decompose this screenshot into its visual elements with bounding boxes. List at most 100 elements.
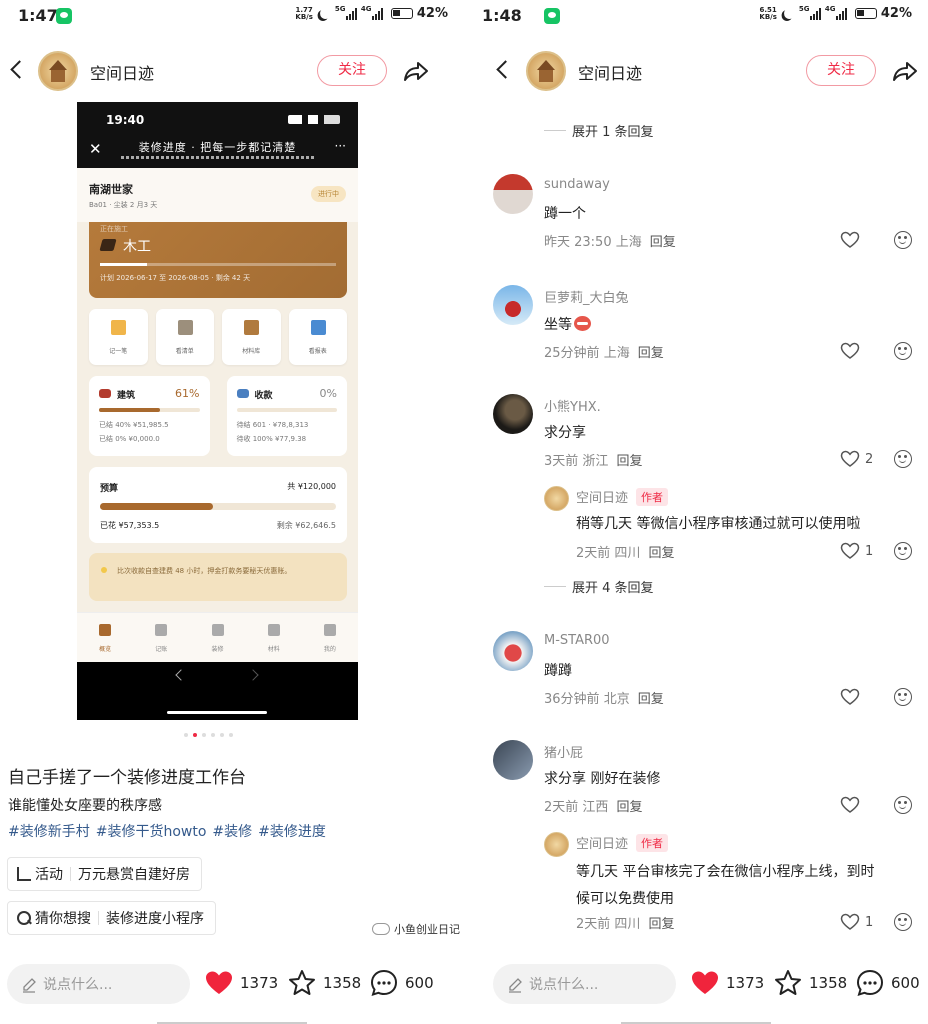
tag-link[interactable]: #装修	[212, 821, 252, 841]
tag-link[interactable]: #装修进度	[258, 821, 326, 841]
favorite-button[interactable]: 1358	[287, 968, 361, 998]
reply-link[interactable]: 回复	[638, 346, 664, 361]
commenter-avatar[interactable]	[544, 486, 569, 511]
build-icon	[99, 389, 111, 398]
reply-link[interactable]: 回复	[648, 917, 674, 932]
commenter-avatar[interactable]	[493, 394, 533, 434]
emoji-react-icon[interactable]	[894, 542, 912, 560]
reply-link[interactable]: 回复	[616, 800, 642, 815]
commenter-avatar[interactable]	[493, 631, 533, 671]
like-button[interactable]: 1373	[690, 968, 764, 998]
like-button[interactable]: 1373	[204, 968, 278, 998]
commenter-avatar[interactable]	[544, 832, 569, 857]
tag-link[interactable]: #装修新手村	[8, 821, 90, 841]
watermark: 小鱼创业日记	[372, 921, 460, 937]
status-bar: 1:47 1.77 KB/s 5G 4G 42%	[0, 0, 464, 34]
commenter-avatar[interactable]	[493, 174, 533, 214]
build-card: 建筑 61% 已结 40% ¥51,985.5 已结 0% ¥0,000.0	[89, 376, 210, 456]
comment-input[interactable]: 说点什么...	[493, 964, 676, 1004]
screenshot-image[interactable]: 19:40 ✕ 装修进度 · 把每一步都记清楚 ··· 南湖世家 Ba01 · …	[77, 102, 358, 720]
budget-card: 预算 共 ¥120,000 已花 ¥57,353.5 剩余 ¥62,646.5	[89, 467, 347, 543]
reply-link[interactable]: 回复	[616, 454, 642, 469]
heart-outline-icon	[840, 450, 860, 467]
activity-icon	[17, 867, 31, 881]
comment-button[interactable]: 600	[369, 968, 434, 998]
favorite-button[interactable]: 1358	[773, 968, 847, 998]
expand-replies-link[interactable]: 展开 1 条回复	[544, 121, 654, 140]
battery-icon	[854, 8, 877, 19]
comment-like-button[interactable]	[840, 231, 860, 249]
comment-text: 蹲一个	[544, 206, 586, 222]
author-name[interactable]: 空间日迹	[90, 60, 154, 84]
follow-button[interactable]: 关注	[806, 55, 876, 86]
phone-tab-renovation: 装修	[189, 613, 245, 662]
emoji-react-icon[interactable]	[894, 450, 912, 468]
stage-label: 正在施工	[100, 225, 128, 233]
quick-actions: 记一笔 看清单 材料库 看报表	[89, 309, 347, 365]
comment-text: 求分享 刚好在装修	[544, 771, 661, 787]
heart-icon	[206, 971, 232, 994]
phone-title: 装修进度 · 把每一步都记清楚	[138, 141, 297, 154]
clipboard-icon	[177, 320, 193, 335]
comment-input[interactable]: 说点什么...	[7, 964, 190, 1004]
comment-like-button[interactable]	[840, 688, 860, 706]
reply-link[interactable]: 回复	[648, 546, 674, 561]
wechat-icon	[56, 8, 72, 24]
author-badge: 作者	[636, 834, 669, 852]
author-badge: 作者	[636, 488, 669, 506]
quick-action-materials: 材料库	[222, 309, 281, 365]
pencil-icon	[507, 977, 522, 993]
comment-meta: 2天前 四川 回复	[576, 546, 675, 561]
stage-progress-bar	[100, 263, 336, 266]
battery-percent: 42%	[416, 6, 448, 21]
comment-like-button[interactable]	[840, 796, 860, 814]
like-count: 2	[865, 451, 874, 467]
reply-link[interactable]: 回复	[650, 235, 676, 250]
follow-button[interactable]: 关注	[317, 55, 387, 86]
commenter-name[interactable]: M-STAR00	[544, 633, 610, 648]
share-icon[interactable]	[401, 56, 431, 86]
commenter-name[interactable]: 小熊YHX.	[544, 396, 601, 415]
commenter-name[interactable]: 空间日迹 作者	[576, 487, 669, 506]
tag-link[interactable]: #装修干货howto	[96, 821, 207, 841]
activity-chip[interactable]: 活动 万元悬赏自建好房	[7, 857, 202, 891]
like-count: 1	[865, 543, 874, 559]
expand-replies-link[interactable]: 展开 4 条回复	[544, 577, 654, 596]
commenter-avatar[interactable]	[493, 740, 533, 780]
emoji-react-icon[interactable]	[894, 342, 912, 360]
commenter-avatar[interactable]	[493, 285, 533, 325]
comment-like-button[interactable]: 1	[840, 913, 873, 931]
post-description: 谁能懂处女座要的秩序感	[8, 798, 162, 814]
emoji-react-icon[interactable]	[894, 913, 912, 931]
back-arrow-icon[interactable]	[4, 52, 28, 86]
comment-icon	[370, 969, 398, 997]
back-arrow-icon[interactable]	[490, 52, 514, 86]
emoji-react-icon[interactable]	[894, 688, 912, 706]
commenter-name[interactable]: 空间日迹 作者	[576, 833, 669, 852]
comment-meta: 36分钟前 北京 回复	[544, 692, 664, 707]
reply-link[interactable]: 回复	[638, 692, 664, 707]
close-icon: ✕	[89, 140, 102, 158]
comment-like-button[interactable]: 2	[840, 450, 873, 468]
stage-name: 木工	[123, 239, 151, 255]
comment-meta: 昨天 23:50 上海 回复	[544, 235, 676, 250]
commenter-name[interactable]: 猪小屁	[544, 742, 583, 761]
emoji-react-icon[interactable]	[894, 796, 912, 814]
share-icon[interactable]	[890, 56, 920, 86]
author-name[interactable]: 空间日迹	[578, 60, 642, 84]
author-avatar[interactable]	[526, 51, 566, 91]
comment-like-button[interactable]	[840, 342, 860, 360]
comment-meta: 2天前 四川 回复	[576, 917, 675, 932]
image-pager	[184, 733, 233, 737]
comment-like-button[interactable]: 1	[840, 542, 873, 560]
author-avatar[interactable]	[38, 51, 78, 91]
heart-outline-icon	[840, 342, 860, 359]
post-tags: #装修新手村 #装修干货howto #装修 #装修进度	[8, 821, 326, 841]
commenter-name[interactable]: sundaway	[544, 177, 610, 192]
emoji-react-icon[interactable]	[894, 231, 912, 249]
stage-card: 正在施工 木工 计划 2026-06-17 至 2026-08-05 · 剩余 …	[89, 222, 347, 298]
comment-button[interactable]: 600	[855, 968, 920, 998]
heart-outline-icon	[840, 231, 860, 248]
commenter-name[interactable]: 巨萝莉_大白兔	[544, 287, 629, 306]
search-suggestion-chip[interactable]: 猜你想搜 装修进度小程序	[7, 901, 216, 935]
